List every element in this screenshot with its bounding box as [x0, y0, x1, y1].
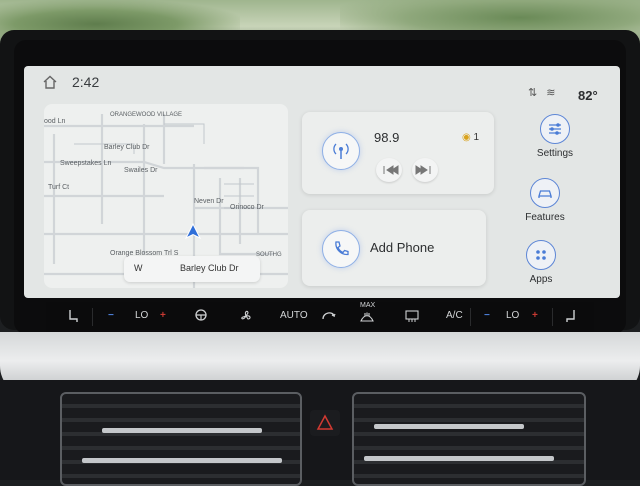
hazard-button[interactable]: [310, 410, 340, 436]
left-temperature: LO: [135, 310, 149, 321]
left-air-vent[interactable]: [60, 392, 302, 486]
current-street-name: Barley Club Dr: [180, 263, 239, 273]
map-label: Swailes Dr: [124, 167, 158, 174]
auto-climate-button[interactable]: AUTO: [280, 310, 308, 321]
apps-label: Apps: [529, 274, 553, 285]
no-signal-icon: ⇅: [528, 87, 538, 99]
radio-card[interactable]: 98.9 ◉ 1: [302, 112, 494, 194]
driver-seat-heat-icon[interactable]: [66, 308, 80, 327]
seek-forward-icon: [415, 165, 431, 175]
map-label: Sweepstakes Ln: [60, 160, 112, 167]
infotainment-screen: 2:42 ⇅ ≋ 82° ORANGEWOOD VILLAGE ood Ln B…: [24, 66, 620, 298]
right-temp-down-button[interactable]: −: [484, 310, 490, 321]
map-label: ood Ln: [44, 118, 66, 125]
hazard-icon: [316, 414, 334, 430]
climate-control-bar: − LO + AUTO MAX A/C − LO +: [46, 302, 594, 332]
steering-heat-icon[interactable]: [194, 308, 208, 325]
max-defrost-label: MAX: [360, 302, 376, 309]
radio-frequency: 98.9: [374, 130, 400, 145]
vent-slat: [374, 424, 524, 429]
preset-number: 1: [473, 132, 480, 143]
ac-button[interactable]: A/C: [446, 310, 463, 321]
settings-label: Settings: [536, 148, 574, 159]
settings-button[interactable]: Settings: [520, 114, 590, 159]
divider: [470, 308, 471, 326]
right-air-vent[interactable]: [352, 392, 586, 486]
settings-sliders-icon: [540, 114, 570, 144]
features-button[interactable]: Features: [510, 178, 580, 223]
air-recirculation-icon[interactable]: [320, 307, 338, 328]
map-label: SOUTHG: [256, 252, 282, 258]
map-label: Barley Club Dr: [104, 144, 150, 151]
radio-antenna-icon: [333, 143, 349, 159]
vent-slat: [102, 428, 262, 433]
fan-icon[interactable]: [238, 308, 254, 327]
vent-slat: [364, 456, 554, 461]
vehicle-position-icon: [184, 222, 202, 240]
divider: [92, 308, 93, 326]
clock: 2:42: [72, 74, 100, 90]
left-temp-down-button[interactable]: −: [108, 310, 114, 321]
rear-defrost-icon[interactable]: [404, 309, 420, 326]
status-icons: ⇅ ≋: [528, 86, 556, 99]
outside-temperature: 82°: [578, 88, 598, 103]
divider: [552, 308, 553, 326]
wifi-off-icon: ≋: [546, 87, 556, 99]
map-label: Turf Ct: [48, 184, 70, 191]
seek-back-button[interactable]: [376, 158, 402, 182]
left-temp-up-button[interactable]: +: [160, 310, 166, 321]
right-temp-up-button[interactable]: +: [532, 310, 538, 321]
right-temperature: LO: [506, 310, 520, 321]
seek-back-icon: [383, 165, 399, 175]
map-label: ORANGEWOOD VILLAGE: [110, 112, 183, 118]
hd-radio-icon: ◉: [462, 132, 471, 143]
home-icon[interactable]: [42, 74, 58, 90]
apps-button[interactable]: Apps: [506, 240, 576, 285]
status-bar: 2:42 ⇅ ≋ 82°: [24, 66, 620, 103]
phone-icon: [335, 241, 349, 256]
car-icon: [530, 178, 560, 208]
phone-button[interactable]: [322, 230, 360, 268]
passenger-seat-heat-icon[interactable]: [564, 308, 578, 327]
seek-forward-button[interactable]: [412, 158, 438, 182]
phone-card[interactable]: Add Phone: [302, 210, 486, 286]
max-defrost-icon[interactable]: [359, 312, 375, 327]
map-label: Orinoco Dr: [230, 204, 264, 211]
add-phone-label: Add Phone: [370, 240, 435, 255]
navigation-map[interactable]: ORANGEWOOD VILLAGE ood Ln Barley Club Dr…: [44, 104, 288, 288]
hd-preset: ◉ 1: [462, 132, 479, 143]
current-street-card[interactable]: W Barley Club Dr: [124, 256, 260, 282]
vent-slat: [82, 458, 282, 463]
features-label: Features: [525, 212, 565, 223]
radio-source-button[interactable]: [322, 132, 360, 170]
map-label: Neven Dr: [194, 198, 224, 205]
heading-direction: W: [134, 263, 143, 273]
apps-grid-icon: [526, 240, 556, 270]
